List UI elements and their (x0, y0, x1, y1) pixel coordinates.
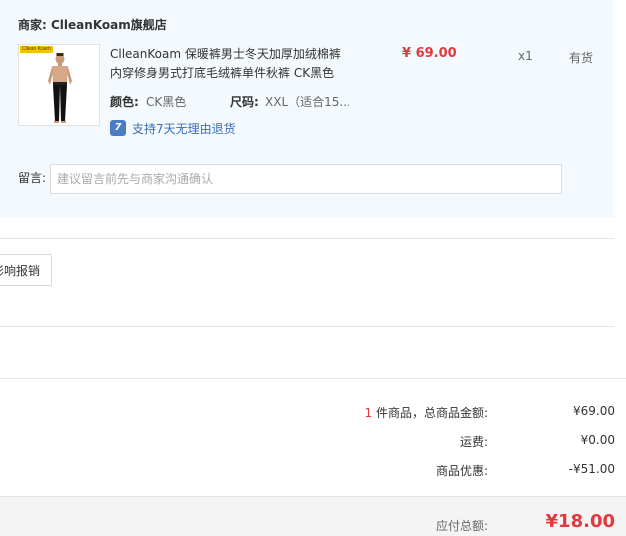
shipping-value: ¥0.00 (580, 433, 615, 447)
invoice-button[interactable]: 影响报销 (0, 254, 52, 286)
size-value: XXL（适合15... (265, 95, 349, 109)
divider (0, 378, 626, 379)
color-label: 颜色: (110, 95, 139, 109)
store-order-panel: 商家: ClleanKoam旗舰店 Cllean Koam ClleanKoam… (0, 0, 614, 217)
subtotal-value: ¥69.00 (573, 404, 615, 418)
discount-label: 商品优惠: (435, 464, 488, 478)
product-thumbnail[interactable]: Cllean Koam (18, 44, 100, 126)
payable-amount: ¥18.00 (545, 511, 615, 532)
model-figure-image (48, 53, 72, 123)
size-label: 尺码: (230, 95, 259, 109)
stock-status: 有货 (569, 51, 594, 65)
shipping-label: 运费: (459, 435, 488, 449)
store-label: 商家: (18, 18, 47, 32)
discount-value: -¥51.00 (568, 462, 615, 476)
item-count-text: 件商品，总商品金额: (372, 406, 488, 420)
payable-label: 应付总额: (435, 519, 488, 533)
divider (0, 238, 614, 239)
product-title-link[interactable]: ClleanKoam 保暖裤男士冬天加厚加绒棉裤内穿修身男式打底毛绒裤单件秋裤 … (110, 45, 350, 83)
product-quantity: x1 (518, 49, 533, 63)
item-count-number: 1 (364, 406, 373, 420)
remark-label: 留言: (18, 171, 47, 185)
thumbnail-brand-logo: Cllean Koam (20, 46, 53, 53)
color-value: CK黑色 (146, 95, 187, 109)
payable-total-bar: 应付总额: ¥18.00 (0, 496, 626, 536)
return-policy-icon: 7 (110, 120, 126, 136)
store-name[interactable]: 商家: ClleanKoam旗舰店 (18, 16, 167, 33)
product-price: ¥ 69.00 (402, 46, 457, 61)
return-policy-link[interactable]: 支持7天无理由退货 (132, 120, 236, 137)
store-name-text[interactable]: ClleanKoam旗舰店 (51, 18, 167, 32)
divider (0, 326, 614, 327)
item-count-label: 1 件商品，总商品金额: (288, 404, 489, 421)
remark-input[interactable] (50, 164, 562, 194)
